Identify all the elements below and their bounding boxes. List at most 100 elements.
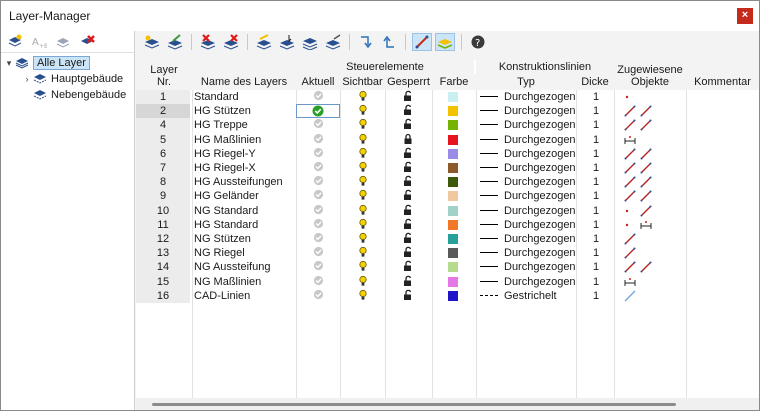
merge-layer-button[interactable] — [300, 33, 320, 51]
table-row[interactable]: 2 HG Stützen Durchgezogen 1 — [136, 104, 759, 119]
assigned-objects[interactable] — [618, 118, 684, 132]
layer-name[interactable]: NG Standard — [194, 204, 294, 218]
color-cell[interactable] — [432, 204, 474, 218]
table-row[interactable]: 5 HG Maßlinien Durchgezogen 1 — [136, 132, 759, 147]
tree-item-alle-layer[interactable]: ▾ Alle Layer — [1, 55, 134, 71]
lock-open-icon[interactable] — [385, 275, 431, 289]
line-type-cell[interactable]: Durchgezogen — [476, 246, 576, 260]
move-up-button[interactable] — [356, 33, 376, 51]
line-thickness[interactable]: 1 — [578, 275, 614, 289]
lock-open-icon[interactable] — [385, 289, 431, 303]
assigned-objects[interactable] — [618, 246, 684, 260]
current-inactive-icon[interactable] — [296, 289, 340, 303]
visible-bulb-icon[interactable] — [341, 118, 385, 132]
layer-name[interactable]: NG Maßlinien — [194, 275, 294, 289]
table-row[interactable]: 8 HG Aussteifungen Durchgezogen 1 — [136, 175, 759, 190]
line-thickness[interactable]: 1 — [578, 218, 614, 232]
line-type-cell[interactable]: Durchgezogen — [476, 90, 576, 104]
line-thickness[interactable]: 1 — [578, 161, 614, 175]
current-inactive-icon[interactable] — [296, 275, 340, 289]
delete-all-layers-button[interactable] — [221, 33, 241, 51]
color-cell[interactable] — [432, 218, 474, 232]
lock-open-icon[interactable] — [385, 218, 431, 232]
header-dicke[interactable]: Dicke — [576, 74, 614, 90]
current-inactive-icon[interactable] — [296, 147, 340, 161]
visible-bulb-icon[interactable] — [341, 260, 385, 274]
line-thickness[interactable]: 1 — [578, 90, 614, 104]
current-inactive-icon[interactable] — [296, 133, 340, 147]
current-inactive-icon[interactable] — [296, 175, 340, 189]
header-zugewiesene-objekte[interactable]: Zugewiesene Objekte — [614, 60, 686, 90]
new-group-button[interactable] — [5, 33, 25, 51]
visible-bulb-icon[interactable] — [341, 232, 385, 246]
table-row[interactable]: 10 NG Standard Durchgezogen 1 — [136, 203, 759, 218]
visible-bulb-icon[interactable] — [341, 218, 385, 232]
table-row[interactable]: 16 CAD-Linien Gestrichelt 1 — [136, 288, 759, 303]
header-sichtbar[interactable]: Sichtbar — [340, 74, 385, 90]
visible-bulb-icon[interactable] — [341, 204, 385, 218]
line-type-cell[interactable]: Durchgezogen — [476, 175, 576, 189]
header-kommentar[interactable]: Kommentar — [686, 60, 759, 90]
show-lines-toggle[interactable] — [412, 33, 432, 51]
line-type-cell[interactable]: Durchgezogen — [476, 161, 576, 175]
header-name[interactable]: Name des Layers — [192, 60, 296, 90]
assigned-objects[interactable] — [618, 289, 684, 303]
assigned-objects[interactable] — [618, 189, 684, 203]
header-typ[interactable]: Typ — [476, 74, 576, 90]
line-type-cell[interactable]: Durchgezogen — [476, 189, 576, 203]
line-type-cell[interactable]: Gestrichelt — [476, 289, 576, 303]
line-thickness[interactable]: 1 — [578, 189, 614, 203]
header-aktuell[interactable]: Aktuell — [296, 74, 340, 90]
current-inactive-icon[interactable] — [296, 204, 340, 218]
copy-layer-button[interactable] — [323, 33, 343, 51]
assigned-objects[interactable] — [618, 104, 684, 118]
visible-bulb-icon[interactable] — [341, 90, 385, 104]
line-type-cell[interactable]: Durchgezogen — [476, 118, 576, 132]
color-cell[interactable] — [432, 260, 474, 274]
line-type-cell[interactable]: Durchgezogen — [476, 147, 576, 161]
line-type-cell[interactable]: Durchgezogen — [476, 275, 576, 289]
table-row[interactable]: 11 HG Standard Durchgezogen 1 — [136, 217, 759, 232]
line-type-cell[interactable]: Durchgezogen — [476, 133, 576, 147]
visible-bulb-icon[interactable] — [341, 189, 385, 203]
layer-name[interactable]: Standard — [194, 90, 294, 104]
layer-name[interactable]: HG Aussteifungen — [194, 175, 294, 189]
visible-bulb-icon[interactable] — [341, 161, 385, 175]
layer-name[interactable]: CAD-Linien — [194, 289, 294, 303]
line-type-cell[interactable]: Durchgezogen — [476, 104, 576, 118]
line-thickness[interactable]: 1 — [578, 118, 614, 132]
line-thickness[interactable]: 1 — [578, 289, 614, 303]
delete-layer-button[interactable] — [198, 33, 218, 51]
layer-name[interactable]: NG Riegel — [194, 246, 294, 260]
assigned-objects[interactable] — [618, 204, 684, 218]
color-cell[interactable] — [432, 275, 474, 289]
select-layer-button[interactable] — [277, 33, 297, 51]
line-thickness[interactable]: 1 — [578, 147, 614, 161]
color-cell[interactable] — [432, 175, 474, 189]
horizontal-scrollbar[interactable] — [136, 398, 759, 410]
color-cell[interactable] — [432, 189, 474, 203]
current-active-icon[interactable] — [296, 104, 340, 119]
lock-open-icon[interactable] — [385, 260, 431, 274]
line-thickness[interactable]: 1 — [578, 232, 614, 246]
color-cell[interactable] — [432, 104, 474, 118]
line-thickness[interactable]: 1 — [578, 104, 614, 118]
current-inactive-icon[interactable] — [296, 161, 340, 175]
copy-group-button[interactable] — [53, 33, 73, 51]
color-cell[interactable] — [432, 161, 474, 175]
lock-open-icon[interactable] — [385, 246, 431, 260]
layer-name[interactable]: HG Riegel-Y — [194, 147, 294, 161]
header-layer-nr[interactable]: Layer Nr. — [136, 60, 192, 90]
current-inactive-icon[interactable] — [296, 189, 340, 203]
color-cell[interactable] — [432, 232, 474, 246]
layer-name[interactable]: NG Aussteifung — [194, 260, 294, 274]
assigned-objects[interactable] — [618, 275, 684, 289]
table-row[interactable]: 12 NG Stützen Durchgezogen 1 — [136, 232, 759, 247]
line-type-cell[interactable]: Durchgezogen — [476, 218, 576, 232]
assigned-objects[interactable] — [618, 90, 684, 104]
visible-bulb-icon[interactable] — [341, 289, 385, 303]
line-type-cell[interactable]: Durchgezogen — [476, 232, 576, 246]
assigned-objects[interactable] — [618, 232, 684, 246]
scrollbar-thumb[interactable] — [152, 403, 676, 406]
table-row[interactable]: 13 NG Riegel Durchgezogen 1 — [136, 246, 759, 261]
